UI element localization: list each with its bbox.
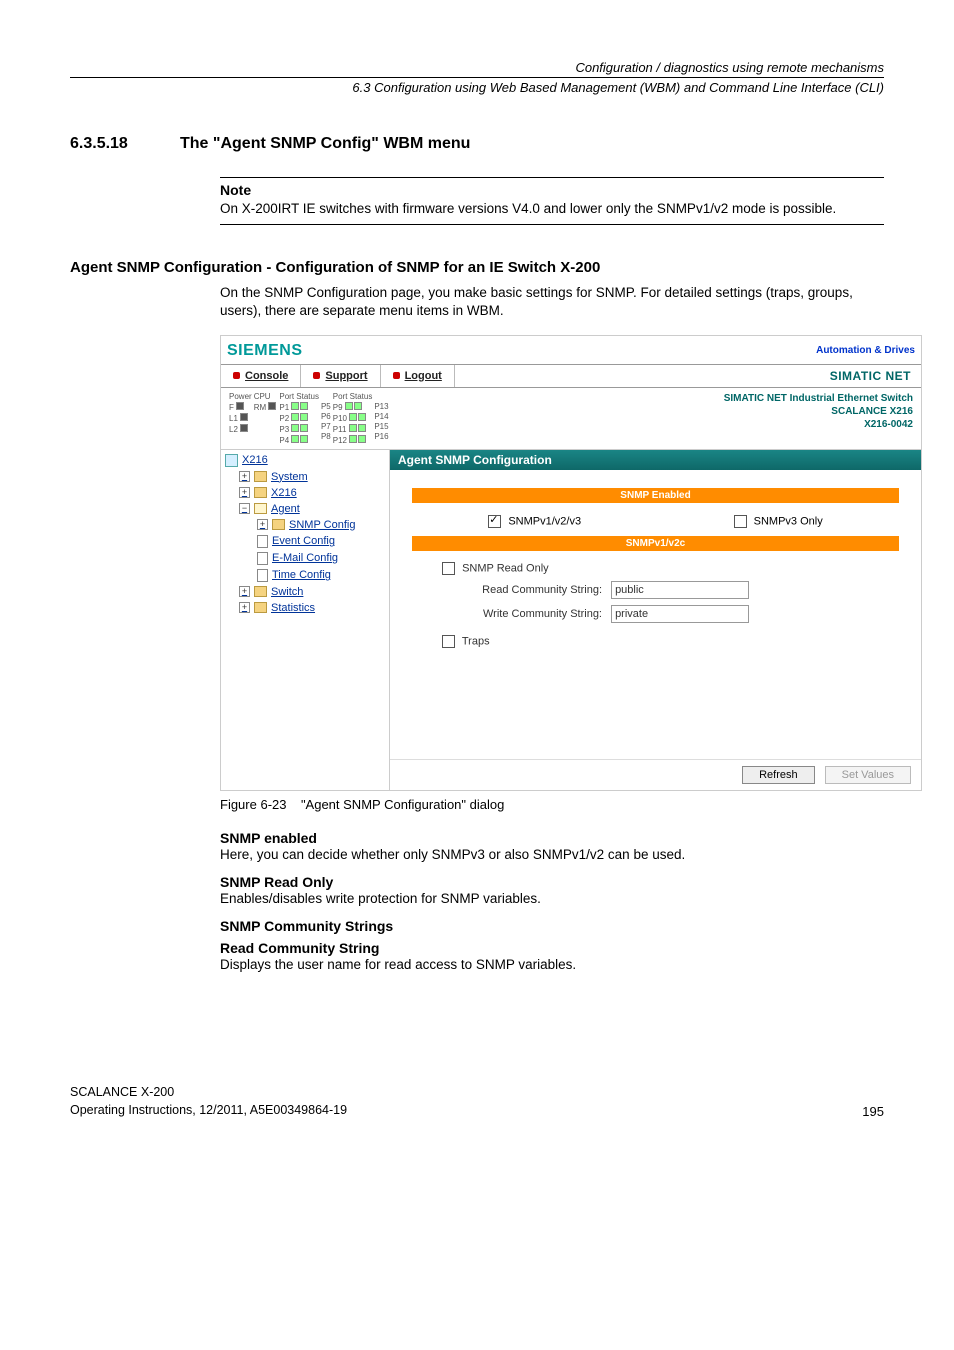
dot-icon [393,372,400,379]
folder-open-icon [254,503,267,514]
f-label: F [229,403,234,412]
port-status-panel: Power F L1 L2 CPU RM Port Status P1 P2 P… [229,392,389,445]
note-body: On X-200IRT IE switches with firmware ve… [220,200,884,224]
tab-console[interactable]: Console [221,365,301,387]
running-head: Configuration / diagnostics using remote… [70,60,884,75]
band-snmp-enabled: SNMP Enabled [412,488,899,503]
checkbox-icon[interactable] [734,515,747,528]
nav-switch[interactable]: + Switch [221,584,389,600]
folder-icon [254,602,267,613]
nav-tree: X216 + System + X216 − [221,450,390,790]
expand-icon[interactable]: + [239,471,250,482]
cpu-label: CPU [254,392,278,401]
page-icon [257,569,268,582]
snmp-community-strings-heading: SNMP Community Strings [220,918,884,934]
device-icon [225,454,238,467]
main-panel-title: Agent SNMP Configuration [390,450,921,470]
wbm-screenshot: SIEMENS Automation & Drives Console Supp… [220,335,922,791]
footer-page-number: 195 [862,1104,884,1119]
read-community-input[interactable]: public [611,581,749,599]
rm-label: RM [254,403,266,412]
snmp-v3only-option[interactable]: SNMPv3 Only [734,515,823,528]
page-icon [257,535,268,548]
nav-agent[interactable]: − Agent [221,501,389,517]
l1-label: L1 [229,414,238,423]
expand-icon[interactable]: + [239,602,250,613]
l2-label: L2 [229,425,238,434]
footer-left: SCALANCE X-200 Operating Instructions, 1… [70,1084,347,1119]
running-sub: 6.3 Configuration using Web Based Manage… [70,77,884,95]
snmp-enabled-heading: SNMP enabled [220,830,884,846]
tab-logout-label: Logout [405,370,442,382]
refresh-button[interactable]: Refresh [742,766,815,784]
tab-console-label: Console [245,370,288,382]
figure-caption: Figure 6-23 "Agent SNMP Configuration" d… [220,797,884,812]
folder-icon [254,586,267,597]
snmp-read-only-option[interactable]: SNMP Read Only [412,559,899,578]
snmp-v123-option[interactable]: SNMPv1/v2/v3 [488,515,581,528]
nav-x216[interactable]: + X216 [221,485,389,501]
snmp-enabled-text: Here, you can decide whether only SNMPv3… [220,846,884,864]
band-snmp-v12c: SNMPv1/v2c [412,536,899,551]
traps-option[interactable]: Traps [412,632,899,651]
subheading: Agent SNMP Configuration - Configuration… [70,259,884,276]
tab-logout[interactable]: Logout [381,365,455,387]
read-community-heading: Read Community String [220,940,884,956]
collapse-icon[interactable]: − [239,503,250,514]
nav-system[interactable]: + System [221,469,389,485]
page-icon [257,552,268,565]
intro-paragraph: On the SNMP Configuration page, you make… [220,284,884,320]
checkbox-icon[interactable] [488,515,501,528]
tab-support-label: Support [325,370,367,382]
read-community-label: Read Community String: [442,584,608,596]
simatic-net-label: SIMATIC NET [820,365,921,387]
expand-icon[interactable]: + [257,519,268,530]
power-label: Power [229,392,252,401]
write-community-input[interactable]: private [611,605,749,623]
set-values-button: Set Values [825,766,911,784]
folder-icon [272,519,285,530]
folder-icon [254,487,267,498]
tab-support[interactable]: Support [301,365,380,387]
siemens-logo: SIEMENS [227,342,303,360]
note-label: Note [220,178,884,200]
nav-time-config[interactable]: Time Config [221,567,389,584]
write-community-label: Write Community String: [442,608,608,620]
read-community-text: Displays the user name for read access t… [220,956,884,974]
checkbox-icon[interactable] [442,562,455,575]
nav-snmp-config[interactable]: + SNMP Config [221,517,389,533]
expand-icon[interactable]: + [239,586,250,597]
snmp-read-only-heading: SNMP Read Only [220,874,884,890]
port-status-b: Port Status [333,392,373,401]
folder-icon [254,471,267,482]
port-status-a: Port Status [279,392,319,401]
nav-root[interactable]: X216 [221,452,389,469]
nav-statistics[interactable]: + Statistics [221,600,389,616]
snmp-read-only-text: Enables/disables write protection for SN… [220,890,884,908]
nav-event-config[interactable]: Event Config [221,533,389,550]
section-title: The "Agent SNMP Config" WBM menu [180,135,470,153]
nav-email-config[interactable]: E-Mail Config [221,550,389,567]
expand-icon[interactable]: + [239,487,250,498]
dot-icon [313,372,320,379]
device-id: SIMATIC NET Industrial Ethernet Switch S… [724,392,913,445]
section-number: 6.3.5.18 [70,135,180,153]
automation-drives-link[interactable]: Automation & Drives [816,345,915,356]
checkbox-icon[interactable] [442,635,455,648]
dot-icon [233,372,240,379]
